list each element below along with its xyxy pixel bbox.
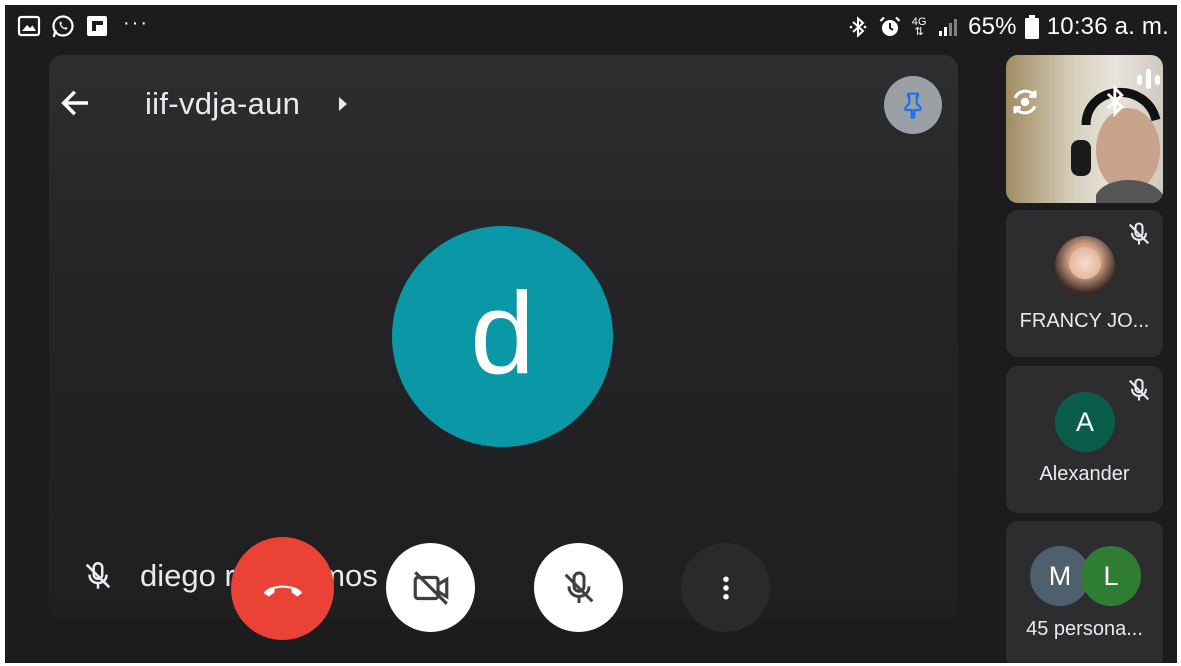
pin-button[interactable] [884,76,942,134]
speaker-avatar: d [392,226,613,447]
signal-icon [939,19,958,36]
status-bar: ··· 4G ⇅ 65% 10:36 a. m. [5,5,1177,51]
switch-camera-icon[interactable] [1008,85,1042,119]
network-4g-icon: 4G ⇅ [911,16,927,38]
participant-name: Alexander [1039,463,1130,485]
more-options-button[interactable] [681,543,770,632]
participant-count: 45 persona... [1026,618,1143,640]
bluetooth-icon [849,16,867,38]
participant-avatar-letter: M [1048,560,1072,591]
clock: 10:36 a. m. [1046,13,1169,40]
participant-avatar: A [1055,392,1115,452]
bluetooth-audio-icon[interactable] [1102,83,1130,119]
meet-call-screen: ··· 4G ⇅ 65% 10:36 a. m. iif-vdja-aun d … [5,5,1177,663]
participant-avatar-letter: L [1103,560,1119,591]
flipboard-icon [87,16,107,36]
speaker-avatar-letter: d [470,267,535,398]
phone-hangup-icon [263,585,302,597]
mic-off-icon [564,571,593,603]
pin-icon [904,92,922,119]
system-status: 4G ⇅ 65% 10:36 a. m. [846,13,1169,41]
mic-off-icon [85,561,111,589]
camera-off-icon [413,570,448,605]
audio-level-icon [1137,69,1160,89]
meeting-code-title[interactable]: iif-vdja-aun [145,86,300,122]
whatsapp-icon [52,15,74,38]
caret-right-icon[interactable] [336,95,350,113]
self-video-tile[interactable] [1006,55,1163,203]
battery-percent: 65% [968,13,1017,40]
participant-tile-alexander[interactable]: A Alexander [1006,366,1163,513]
mic-off-icon [1128,378,1150,401]
participant-name: FRANCY JO... [1019,310,1150,332]
toggle-camera-button[interactable] [386,543,475,632]
mic-off-icon [1128,222,1150,245]
participant-avatar-letter: A [1075,406,1094,437]
participant-photo-avatar [1055,236,1115,296]
more-vert-icon [722,576,729,599]
gallery-icon [17,15,41,37]
notification-icons: ··· [17,11,149,38]
arrow-left-icon [61,90,89,116]
more-notifications-dots: ··· [123,11,149,34]
back-button[interactable] [53,81,97,125]
toggle-mic-button[interactable] [534,543,623,632]
alarm-icon [879,16,901,36]
battery-icon [1024,15,1039,39]
main-speaker-stage[interactable]: iif-vdja-aun d diego ramos mos [49,55,958,620]
participant-tile-francy[interactable]: FRANCY JO... [1006,210,1163,357]
participant-tile-others[interactable]: M L 45 persona... [1006,521,1163,663]
participant-avatar: L [1081,546,1141,606]
end-call-button[interactable] [231,537,334,640]
